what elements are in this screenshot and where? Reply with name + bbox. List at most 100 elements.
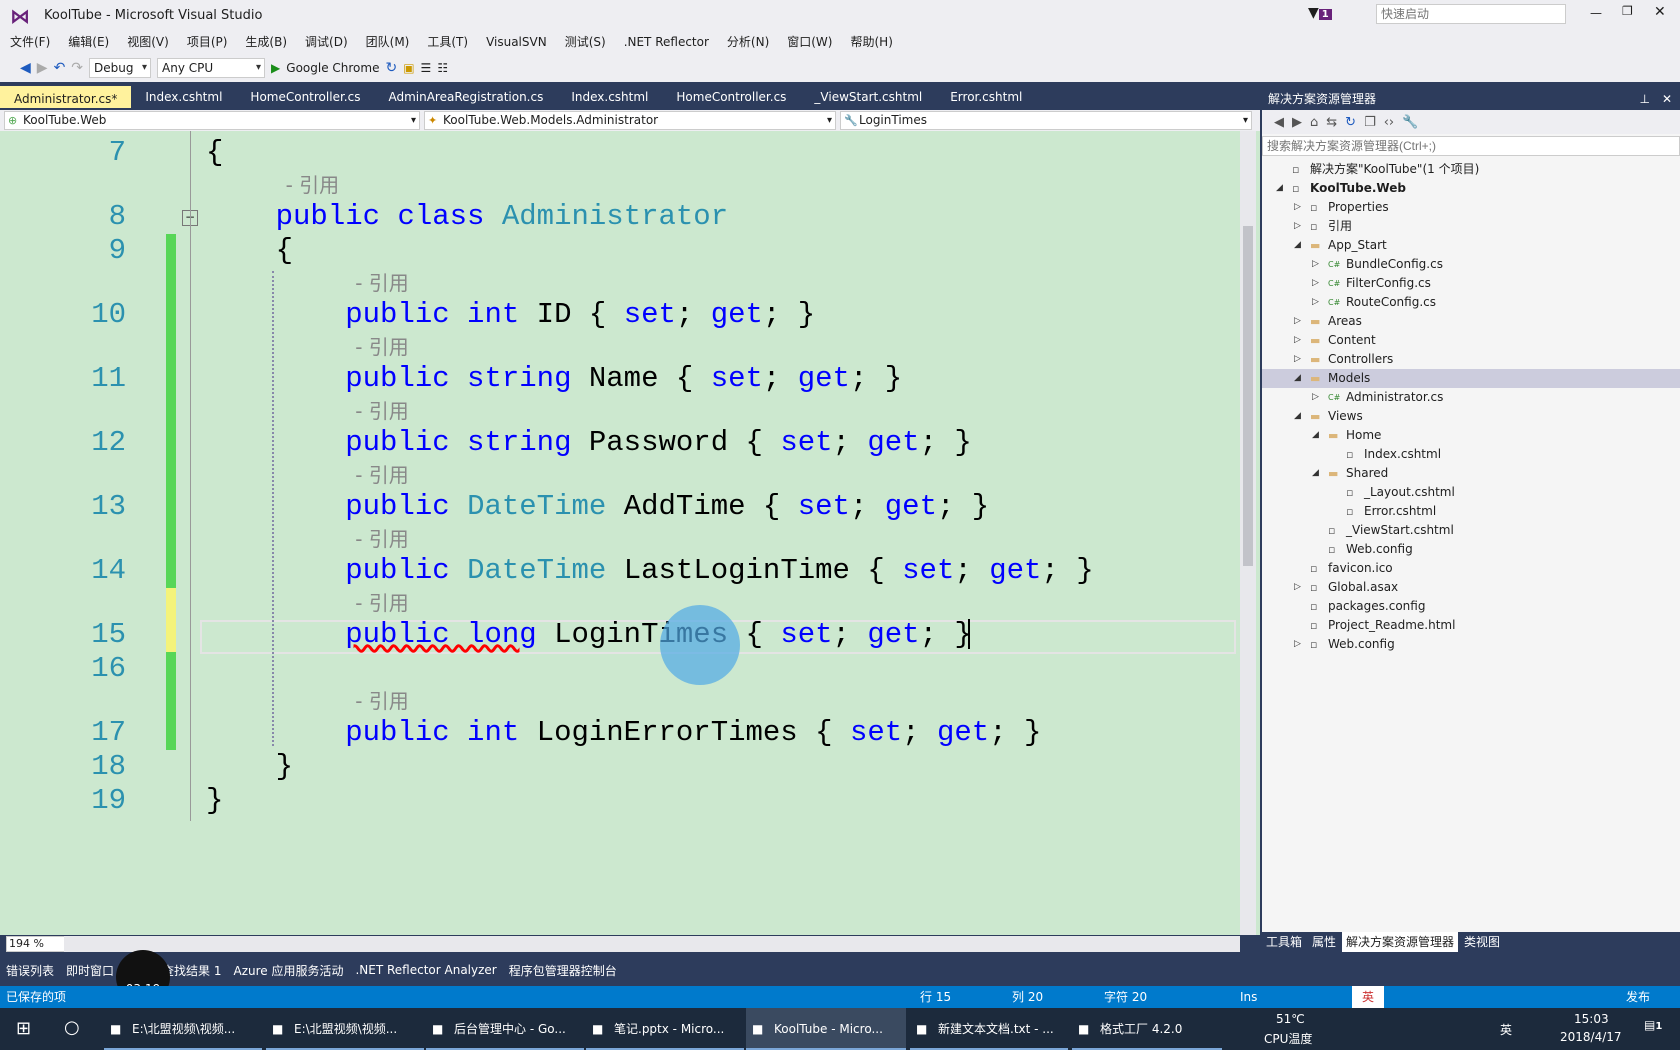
tree-item[interactable]: ◢ ▬ Views bbox=[1262, 407, 1680, 426]
menu-item[interactable]: 视图(V) bbox=[127, 32, 179, 54]
project-dropdown[interactable]: ⊕ KoolTube.Web bbox=[4, 111, 420, 130]
comment-icon[interactable]: ☷ bbox=[437, 61, 448, 75]
taskbar-app[interactable]: ■ 格式工厂 4.2.0 bbox=[1072, 1008, 1222, 1050]
refresh-icon[interactable]: ↻ bbox=[385, 60, 397, 76]
close-button[interactable]: ✕ bbox=[1654, 4, 1666, 20]
code-editor[interactable]: − 7{- 引用8 public class Administrator9 {-… bbox=[0, 131, 1260, 935]
tab-document[interactable]: Index.cshtml bbox=[557, 86, 662, 108]
expanded-arrow-icon[interactable]: ◢ bbox=[1312, 464, 1319, 483]
tool-window-tab[interactable]: Azure 应用服务活动 bbox=[234, 962, 344, 979]
codelens-references[interactable]: - 引用 bbox=[355, 268, 409, 298]
clock-time[interactable]: 15:03 bbox=[1574, 1012, 1609, 1026]
search-icon[interactable]: ○ bbox=[64, 1017, 80, 1038]
tab-document[interactable]: Error.cshtml bbox=[936, 86, 1036, 108]
tree-item[interactable]: ▷ C# BundleConfig.cs bbox=[1262, 255, 1680, 274]
horizontal-scrollbar[interactable] bbox=[64, 936, 1240, 952]
quick-launch-input[interactable] bbox=[1376, 4, 1566, 24]
collapsed-arrow-icon[interactable]: ▷ bbox=[1312, 293, 1319, 312]
clock-date[interactable]: 2018/4/17 bbox=[1560, 1030, 1622, 1044]
expanded-arrow-icon[interactable]: ◢ bbox=[1294, 407, 1301, 426]
platform-dropdown[interactable]: Any CPU bbox=[157, 58, 266, 78]
collapsed-arrow-icon[interactable]: ▷ bbox=[1294, 198, 1301, 217]
tool-window-tab[interactable]: 查找结果 1 bbox=[162, 962, 221, 979]
code-line[interactable]: public DateTime AddTime { set; get; } bbox=[206, 490, 989, 524]
collapsed-arrow-icon[interactable]: ▷ bbox=[1312, 388, 1319, 407]
side-panel-tab[interactable]: 工具箱 bbox=[1262, 932, 1306, 952]
menu-item[interactable]: VisualSVN bbox=[486, 32, 557, 54]
zoom-dropdown[interactable]: 194 % bbox=[6, 936, 66, 952]
forward-icon[interactable]: ▶ bbox=[37, 60, 48, 76]
code-view-icon[interactable]: ‹› bbox=[1384, 115, 1394, 130]
menu-item[interactable]: 编辑(E) bbox=[68, 32, 119, 54]
play-icon[interactable]: ▶ bbox=[271, 61, 280, 75]
taskbar-app[interactable]: ■ 后台管理中心 - Go... bbox=[426, 1008, 584, 1050]
menu-item[interactable]: 窗口(W) bbox=[787, 32, 842, 54]
pin-icon[interactable]: ⊥ bbox=[1640, 88, 1650, 110]
tree-item[interactable]: ▫ Index.cshtml bbox=[1262, 445, 1680, 464]
collapsed-arrow-icon[interactable]: ▷ bbox=[1294, 578, 1301, 597]
collapsed-arrow-icon[interactable]: ▷ bbox=[1294, 217, 1301, 236]
tab-document[interactable]: AdminAreaRegistration.cs bbox=[374, 86, 557, 108]
expanded-arrow-icon[interactable]: ◢ bbox=[1294, 236, 1301, 255]
forward-icon[interactable]: ▶ bbox=[1292, 115, 1302, 130]
codelens-references[interactable]: - 引用 bbox=[355, 332, 409, 362]
tray-ime[interactable]: 英 bbox=[1500, 1021, 1512, 1038]
tree-item[interactable]: ▷ ▫ Global.asax bbox=[1262, 578, 1680, 597]
run-target-button[interactable]: Google Chrome bbox=[286, 61, 379, 75]
taskbar-app[interactable]: ■ 笔记.pptx - Micro... bbox=[586, 1008, 744, 1050]
collapsed-arrow-icon[interactable]: ▷ bbox=[1294, 312, 1301, 331]
side-panel-tab[interactable]: 属性 bbox=[1308, 932, 1340, 952]
tree-item[interactable]: ▷ ▫ Properties bbox=[1262, 198, 1680, 217]
tree-item[interactable]: ◢ ▬ Models bbox=[1262, 369, 1680, 388]
side-panel-tab[interactable]: 类视图 bbox=[1460, 932, 1504, 952]
tab-document[interactable]: Administrator.cs* bbox=[0, 86, 132, 108]
tab-document[interactable]: _ViewStart.cshtml bbox=[800, 86, 936, 108]
publish-button[interactable]: 发布 bbox=[1626, 986, 1650, 1008]
filter-icon[interactable]: ▼ 1 bbox=[1308, 5, 1332, 21]
expanded-arrow-icon[interactable]: ◢ bbox=[1312, 426, 1319, 445]
menu-item[interactable]: 生成(B) bbox=[245, 32, 297, 54]
tree-item[interactable]: ▷ C# RouteConfig.cs bbox=[1262, 293, 1680, 312]
tool-window-tab[interactable]: 错误列表 bbox=[6, 962, 54, 979]
tree-item[interactable]: ▫ _ViewStart.cshtml bbox=[1262, 521, 1680, 540]
code-line[interactable]: } bbox=[206, 750, 293, 784]
ime-indicator[interactable]: 英 bbox=[1352, 986, 1385, 1008]
code-line[interactable]: } bbox=[206, 784, 223, 818]
tree-item[interactable]: ▷ C# Administrator.cs bbox=[1262, 388, 1680, 407]
code-line[interactable]: public class Administrator bbox=[206, 200, 729, 234]
menu-item[interactable]: .NET Reflector bbox=[624, 32, 719, 54]
expanded-arrow-icon[interactable]: ◢ bbox=[1276, 179, 1283, 198]
home-icon[interactable]: ⌂ bbox=[1310, 115, 1318, 130]
collapsed-arrow-icon[interactable]: ▷ bbox=[1312, 255, 1319, 274]
code-line[interactable]: public string Password { set; get; } bbox=[206, 426, 972, 460]
tree-item[interactable]: ◢ ▬ Home bbox=[1262, 426, 1680, 445]
type-dropdown[interactable]: ✦ KoolTube.Web.Models.Administrator bbox=[424, 111, 836, 130]
config-dropdown[interactable]: Debug bbox=[89, 58, 152, 78]
tree-item[interactable]: ▷ C# FilterConfig.cs bbox=[1262, 274, 1680, 293]
properties-icon[interactable]: 🔧 bbox=[1402, 115, 1418, 130]
menu-item[interactable]: 项目(P) bbox=[187, 32, 238, 54]
minimize-button[interactable]: — bbox=[1590, 6, 1602, 20]
menu-item[interactable]: 文件(F) bbox=[10, 32, 60, 54]
sync-icon[interactable]: ⇆ bbox=[1326, 115, 1337, 130]
codelens-references[interactable]: - 引用 bbox=[355, 524, 409, 554]
tab-document[interactable]: Index.cshtml bbox=[131, 86, 236, 108]
tool-window-tab[interactable]: 即时窗口 bbox=[66, 962, 114, 979]
tree-item[interactable]: ▷ ▫ 引用 bbox=[1262, 217, 1680, 236]
code-line[interactable]: public string Name { set; get; } bbox=[206, 362, 902, 396]
tree-item[interactable]: ▷ ▫ Web.config bbox=[1262, 635, 1680, 654]
tree-item[interactable]: ◢ ▬ Shared bbox=[1262, 464, 1680, 483]
collapse-all-icon[interactable]: ❐ bbox=[1364, 115, 1376, 130]
codelens-references[interactable]: - 引用 bbox=[286, 170, 340, 200]
menu-item[interactable]: 团队(M) bbox=[366, 32, 420, 54]
close-icon[interactable]: ✕ bbox=[1662, 88, 1672, 110]
menu-item[interactable]: 调试(D) bbox=[305, 32, 358, 54]
solution-search-input[interactable] bbox=[1262, 136, 1680, 156]
code-line[interactable]: public int LoginErrorTimes { set; get; } bbox=[206, 716, 1041, 750]
menu-item[interactable]: 帮助(H) bbox=[850, 32, 902, 54]
collapsed-arrow-icon[interactable]: ▷ bbox=[1294, 635, 1301, 654]
tree-item[interactable]: ▷ ▬ Content bbox=[1262, 331, 1680, 350]
redo-icon[interactable]: ↷ bbox=[71, 60, 83, 76]
start-icon[interactable]: ⊞ bbox=[16, 1018, 31, 1039]
collapsed-arrow-icon[interactable]: ▷ bbox=[1312, 274, 1319, 293]
